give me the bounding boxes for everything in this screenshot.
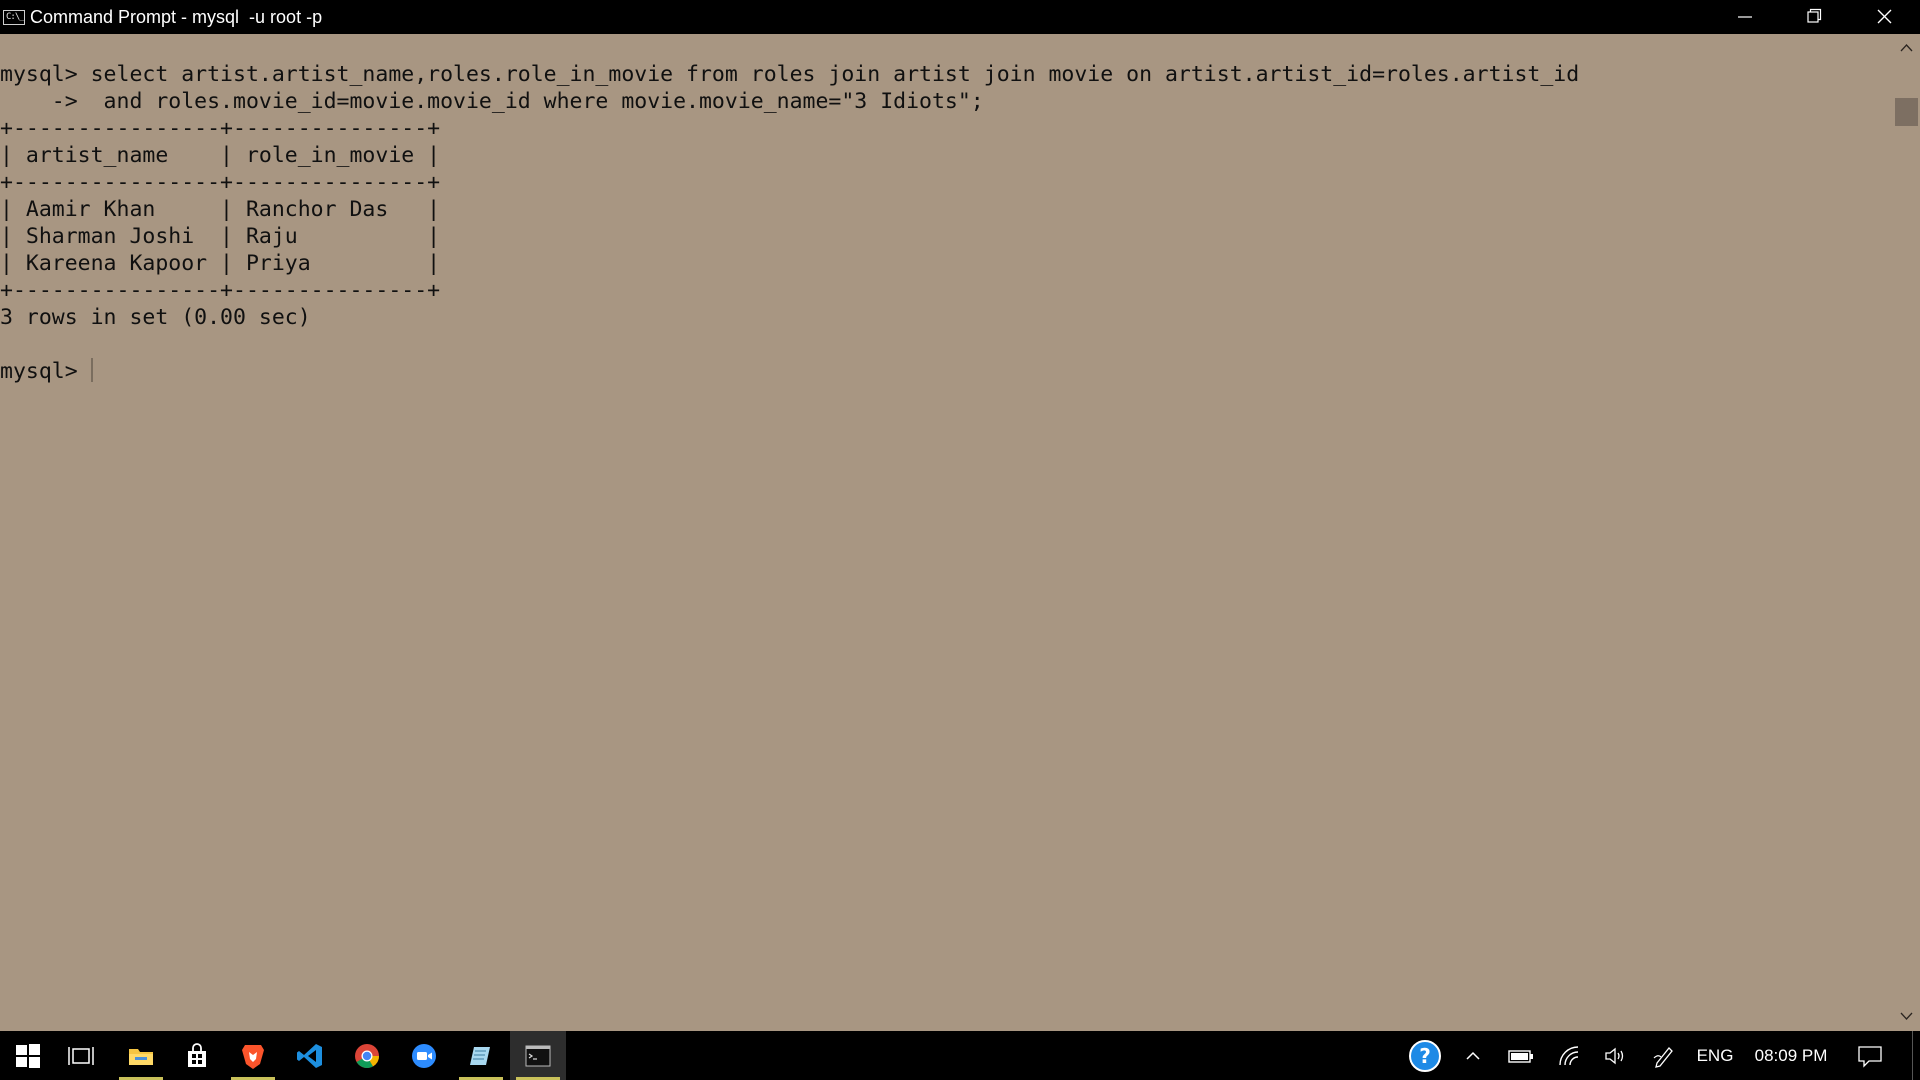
taskbar-brave[interactable] bbox=[225, 1031, 281, 1080]
show-desktop-button[interactable] bbox=[1912, 1031, 1920, 1080]
file-explorer-icon bbox=[129, 1048, 153, 1065]
taskbar-store[interactable] bbox=[169, 1031, 225, 1080]
clock[interactable]: 08:09 PM bbox=[1748, 1031, 1834, 1080]
brave-browser-icon bbox=[242, 1044, 264, 1069]
close-button[interactable] bbox=[1848, 0, 1920, 34]
taskbar-chrome[interactable] bbox=[339, 1031, 395, 1080]
minimize-button[interactable] bbox=[1710, 0, 1778, 34]
vertical-scrollbar[interactable] bbox=[1893, 34, 1920, 1031]
tray-help[interactable]: ? bbox=[1400, 1031, 1450, 1080]
scroll-thumb[interactable] bbox=[1895, 98, 1918, 126]
app-icon-glyph: C:\_ bbox=[6, 12, 25, 22]
console-area[interactable]: mysql> select artist.artist_name,roles.r… bbox=[0, 34, 1893, 1031]
console-line-query-1: mysql> select artist.artist_name,roles.r… bbox=[0, 62, 1580, 87]
close-icon bbox=[1877, 9, 1892, 24]
volume-icon bbox=[1605, 1047, 1624, 1064]
table-row: | Aamir Khan | Ranchor Das | bbox=[0, 197, 441, 222]
table-border-top: +----------------+---------------+ bbox=[0, 116, 441, 141]
chevron-up-icon bbox=[1466, 1051, 1480, 1060]
minimize-icon bbox=[1738, 16, 1752, 18]
tray-show-hidden[interactable] bbox=[1455, 1031, 1491, 1080]
table-border-bottom: +----------------+---------------+ bbox=[0, 278, 441, 303]
wifi-icon bbox=[1559, 1045, 1579, 1065]
taskbar-vscode[interactable] bbox=[282, 1031, 338, 1080]
console-output[interactable]: mysql> select artist.artist_name,roles.r… bbox=[0, 61, 1579, 385]
mysql-prompt: mysql> bbox=[0, 359, 91, 384]
window-title: Command Prompt - mysql -u root -p bbox=[30, 7, 323, 27]
tray-notifications[interactable] bbox=[1848, 1031, 1892, 1080]
tray-pen[interactable] bbox=[1644, 1031, 1684, 1080]
taskbar-file-explorer[interactable] bbox=[113, 1031, 169, 1080]
help-icon: ? bbox=[1409, 1039, 1441, 1072]
table-row: | Kareena Kapoor | Priya | bbox=[0, 251, 441, 276]
table-border-mid: +----------------+---------------+ bbox=[0, 170, 441, 195]
tray-volume[interactable] bbox=[1596, 1031, 1636, 1080]
command-prompt-icon: C:\_ bbox=[3, 10, 25, 25]
query-status: 3 rows in set (0.00 sec) bbox=[0, 305, 311, 330]
table-header-row: | artist_name | role_in_movie | bbox=[0, 143, 441, 168]
start-button[interactable] bbox=[0, 1031, 56, 1080]
vscode-icon bbox=[297, 1043, 322, 1068]
text-cursor bbox=[90, 358, 93, 382]
command-prompt-icon bbox=[525, 1045, 551, 1066]
notification-icon bbox=[1858, 1045, 1882, 1068]
taskbar-command-prompt[interactable] bbox=[510, 1031, 566, 1080]
taskbar: ? ENG 08:09 PM bbox=[0, 1031, 1920, 1080]
pen-icon bbox=[1653, 1046, 1673, 1068]
notepad-icon bbox=[470, 1046, 490, 1065]
chrome-icon bbox=[355, 1043, 379, 1068]
taskbar-zoom[interactable] bbox=[396, 1031, 452, 1080]
taskbar-notepad[interactable] bbox=[453, 1031, 509, 1080]
console-line-query-2: -> and roles.movie_id=movie.movie_id whe… bbox=[0, 89, 984, 114]
microsoft-store-icon bbox=[188, 1042, 206, 1067]
zoom-icon bbox=[412, 1043, 436, 1068]
scroll-up-button[interactable] bbox=[1893, 34, 1920, 64]
task-view-button[interactable] bbox=[53, 1031, 109, 1080]
restore-icon bbox=[1807, 8, 1822, 23]
windows-start-icon bbox=[16, 1043, 40, 1068]
chevron-down-icon bbox=[1900, 1012, 1913, 1020]
table-row: | Sharman Joshi | Raju | bbox=[0, 224, 441, 249]
task-view-icon bbox=[68, 1046, 94, 1065]
restore-button[interactable] bbox=[1779, 0, 1847, 34]
tray-network[interactable] bbox=[1550, 1031, 1590, 1080]
tray-battery[interactable] bbox=[1500, 1031, 1542, 1080]
battery-icon bbox=[1508, 1049, 1533, 1063]
chevron-up-icon bbox=[1900, 44, 1913, 52]
window-titlebar[interactable]: C:\_ Command Prompt - mysql -u root -p bbox=[0, 0, 1920, 34]
scroll-down-button[interactable] bbox=[1893, 1001, 1920, 1031]
svg-text:?: ? bbox=[1419, 1044, 1431, 1068]
language-indicator[interactable]: ENG bbox=[1688, 1031, 1742, 1080]
